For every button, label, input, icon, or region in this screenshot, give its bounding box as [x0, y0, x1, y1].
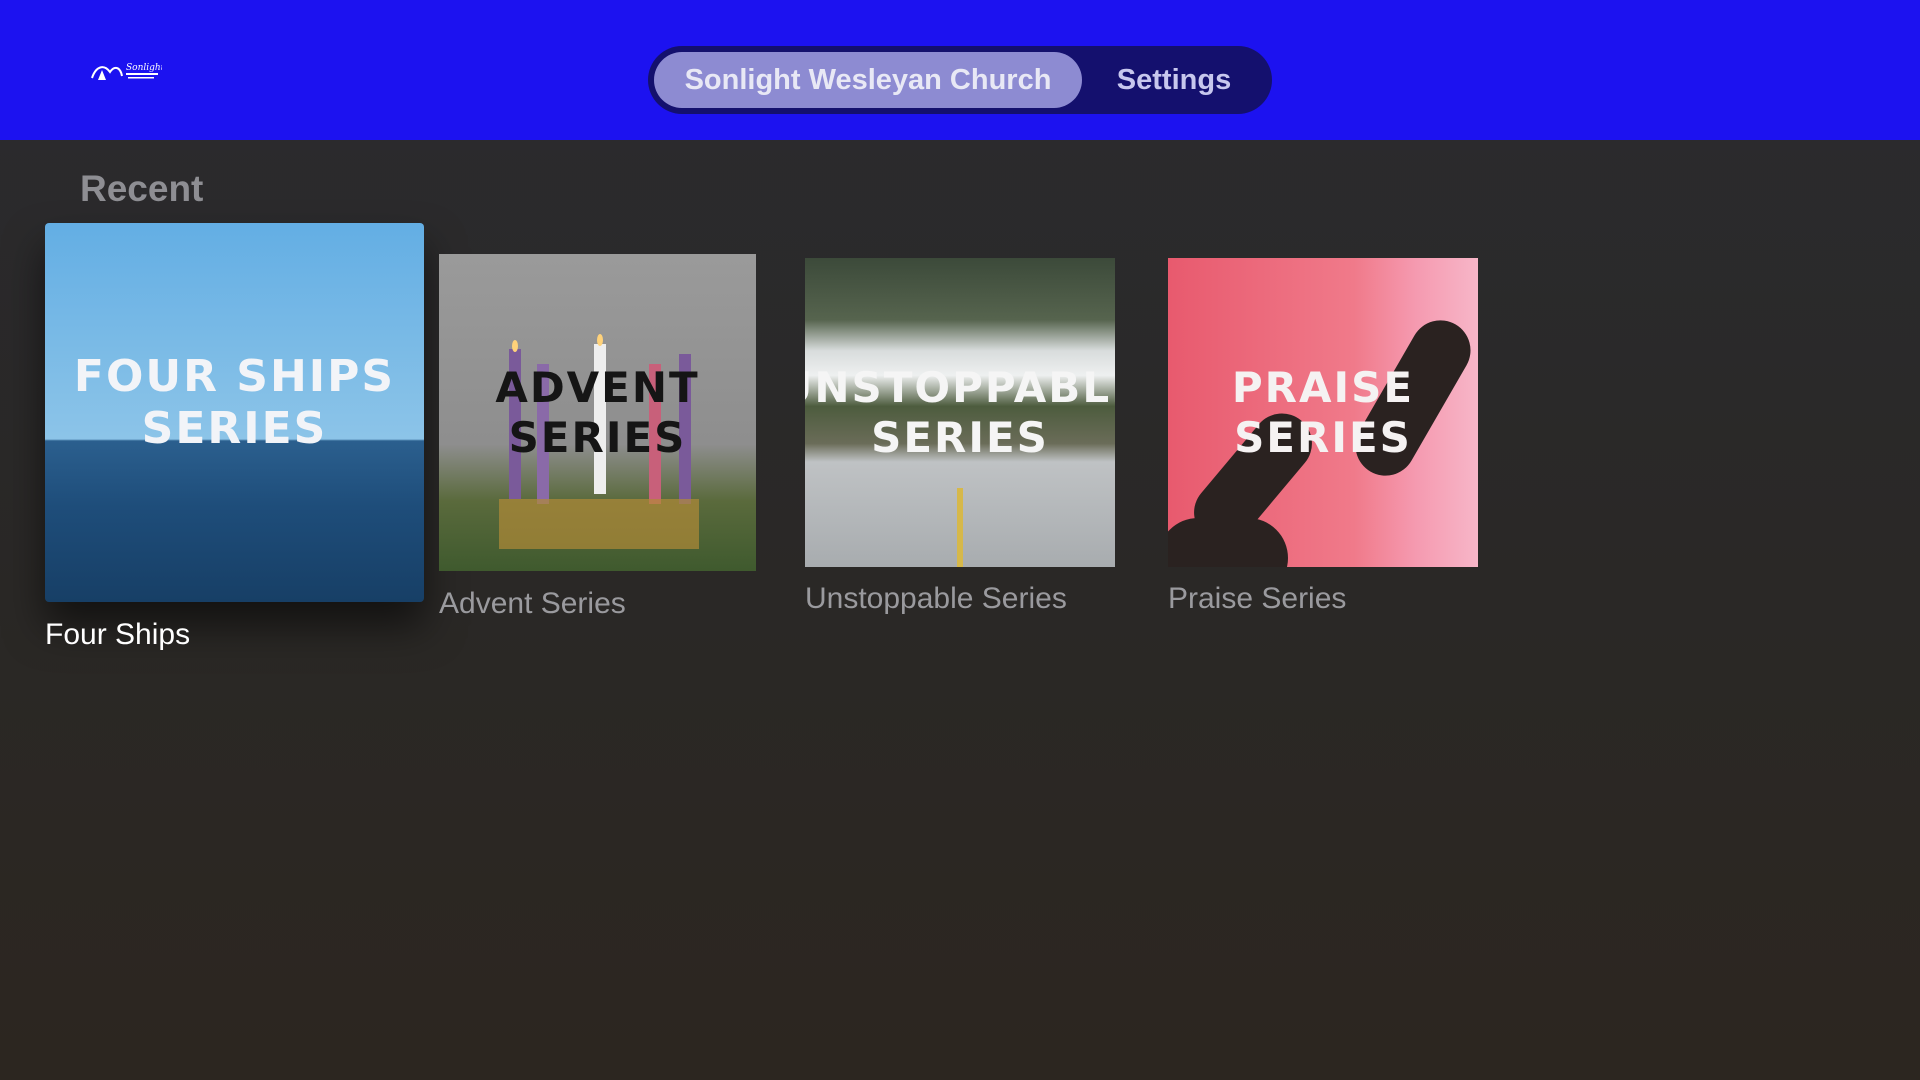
church-logo: Sonlight: [91, 63, 162, 80]
artwork-title-line: UNSTOPPABLE: [805, 362, 1115, 412]
artwork-title-line: FOUR SHIPS: [73, 350, 396, 402]
artwork-title-line: SERIES: [508, 412, 687, 462]
tab-bar: Sonlight Wesleyan Church Settings: [648, 46, 1272, 114]
section-title-recent: Recent: [80, 168, 204, 209]
artwork-title-line: ADVENT: [495, 362, 700, 412]
series-caption: Unstoppable Series: [805, 582, 1067, 615]
artwork-title: PRAISE SERIES: [1232, 363, 1414, 462]
svg-text:Sonlight: Sonlight: [126, 63, 162, 73]
artwork-title-line: PRAISE: [1231, 362, 1415, 412]
series-caption: Advent Series: [439, 587, 626, 620]
artwork-title: FOUR SHIPS SERIES: [74, 351, 395, 455]
artwork-title-line: SERIES: [1234, 412, 1412, 462]
person-head: [1168, 518, 1288, 567]
top-navigation-bar: Sonlight Sonlight Wesleyan Church Settin…: [0, 0, 1920, 140]
road-center-line: [957, 488, 963, 567]
series-card-four-ships[interactable]: FOUR SHIPS SERIES Four Ships: [45, 223, 424, 651]
artwork-title-line: SERIES: [871, 412, 1049, 462]
tab-sonlight-wesleyan-church[interactable]: Sonlight Wesleyan Church: [654, 52, 1082, 108]
series-artwork: UNSTOPPABLE SERIES: [805, 258, 1115, 567]
artwork-title-line: SERIES: [141, 402, 328, 454]
series-artwork: ADVENT SERIES: [439, 254, 756, 571]
series-card-advent[interactable]: ADVENT SERIES Advent Series: [439, 254, 756, 620]
series-artwork: FOUR SHIPS SERIES: [45, 223, 424, 602]
series-artwork: PRAISE SERIES: [1168, 258, 1478, 567]
series-caption: Four Ships: [45, 618, 191, 651]
series-caption: Praise Series: [1168, 582, 1347, 615]
series-card-unstoppable[interactable]: UNSTOPPABLE SERIES Unstoppable Series: [805, 258, 1115, 615]
artwork-title: UNSTOPPABLE SERIES: [805, 363, 1115, 462]
series-card-praise[interactable]: PRAISE SERIES Praise Series: [1168, 258, 1478, 615]
artwork-title: ADVENT SERIES: [495, 363, 699, 462]
tab-settings[interactable]: Settings: [1082, 52, 1266, 108]
